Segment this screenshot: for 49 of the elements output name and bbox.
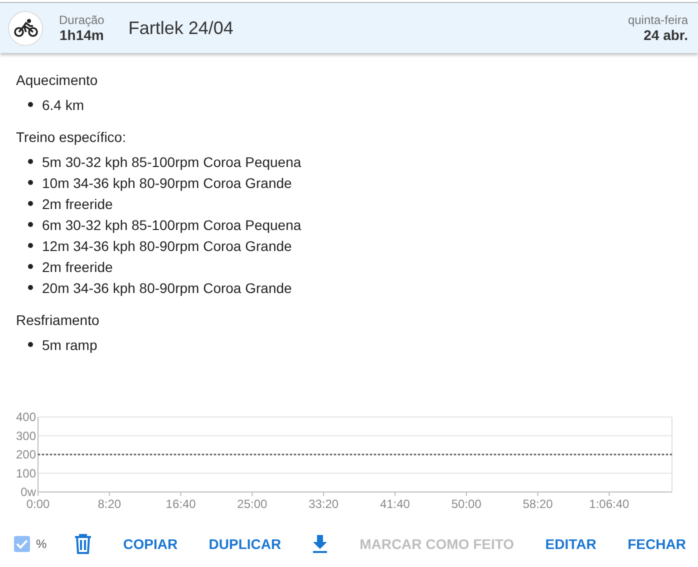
x-tick-label: 33:20	[308, 497, 339, 511]
x-tick-label: 1:06:40	[589, 497, 630, 511]
action-button[interactable]: FECHAR	[624, 530, 690, 558]
step-text: 20m 34-36 kph 80-90rpm Coroa Grande	[42, 280, 292, 296]
x-tick-label: 50:00	[451, 497, 482, 511]
step-text: 10m 34-36 kph 80-90rpm Coroa Grande	[42, 174, 292, 190]
bullet-icon	[28, 159, 33, 164]
step-text: 2m freeride	[42, 196, 113, 212]
section-heading: Resfriamento	[16, 311, 100, 330]
bullet-icon	[28, 201, 33, 206]
action-button[interactable]: COPIAR	[119, 530, 182, 558]
section-heading: Treino específico:	[16, 128, 127, 147]
action-button[interactable]: EDITAR	[541, 530, 600, 558]
cyclist-icon	[14, 18, 38, 38]
workout-title: Fartlek 24/04	[128, 18, 234, 38]
bullet-icon	[28, 264, 33, 269]
download-icon	[312, 535, 328, 553]
section-heading: Aquecimento	[16, 71, 99, 90]
x-tick-label: 16:40	[166, 497, 196, 511]
bullet-icon	[28, 342, 33, 347]
step-text: 5m 30-32 kph 85-100rpm Coroa Pequena	[42, 154, 302, 170]
x-tick-label: 0:00	[26, 497, 50, 511]
bullet-icon	[28, 243, 33, 248]
y-tick-label: 100	[16, 466, 36, 480]
x-tick-label: 8:20	[98, 497, 122, 511]
y-tick-label: 0w	[20, 485, 36, 499]
step-text: 12m 34-36 kph 80-90rpm Coroa Grande	[42, 238, 292, 254]
step-text: 5m ramp	[42, 336, 98, 352]
weekday-label: quinta-feira	[628, 13, 688, 27]
x-tick-label: 58:20	[522, 497, 553, 511]
duration-value: 1h14m	[60, 27, 104, 43]
bullet-icon	[28, 285, 33, 290]
y-tick-label: 400	[16, 410, 36, 424]
bullet-icon	[28, 180, 33, 185]
y-tick-label: 200	[16, 448, 36, 462]
step-text: 6.4 km	[42, 96, 84, 112]
trash-icon	[74, 534, 92, 554]
percent-checkbox[interactable]	[14, 536, 30, 552]
step-text: 2m freeride	[42, 258, 113, 274]
y-tick-label: 300	[16, 428, 36, 443]
date-value: 24 abr.	[644, 27, 688, 43]
duration-label: Duração	[59, 13, 104, 27]
action-button[interactable]: DUPLICAR	[204, 530, 286, 558]
step-text: 6m 30-32 kph 85-100rpm Coroa Pequena	[42, 216, 302, 232]
bullet-icon	[28, 222, 33, 227]
bullet-icon	[28, 102, 33, 107]
x-tick-label: 25:00	[237, 497, 268, 511]
x-tick-label: 41:40	[380, 497, 410, 511]
checkbox-label: %	[36, 537, 47, 551]
